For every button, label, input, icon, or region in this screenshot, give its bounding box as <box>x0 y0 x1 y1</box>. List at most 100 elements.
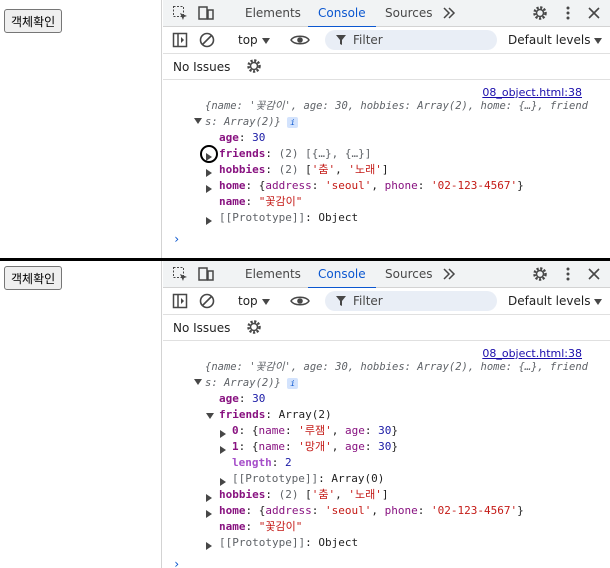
prop-key: hobbies <box>219 488 266 501</box>
prop-home[interactable]: home: {address: 'seoul', phone: '02-123-… <box>219 178 524 194</box>
friend-name: '루잼' <box>298 424 332 437</box>
prop-key: length <box>232 456 272 469</box>
console-prompt[interactable]: › <box>173 232 180 246</box>
prop-prototype[interactable]: [[Prototype]]: Object <box>219 535 358 551</box>
prop-name: name: "꽃감이" <box>219 520 303 533</box>
more-tabs-icon[interactable] <box>440 4 458 22</box>
prop-value: "꽃감이" <box>258 520 303 533</box>
live-expression-eye-icon[interactable] <box>289 292 311 310</box>
friend-item-1[interactable]: 1: {name: '망개', age: 30} <box>232 439 398 455</box>
inspect-element-icon[interactable] <box>171 265 189 283</box>
prop-value: Object <box>318 211 359 224</box>
issues-settings-gear-icon[interactable] <box>245 318 263 336</box>
prop-friends[interactable]: friends: (2) [{…}, {…}] <box>219 146 371 162</box>
check-object-button[interactable]: 객체확인 <box>4 9 63 33</box>
more-options-icon[interactable] <box>559 265 577 283</box>
array-index: 0 <box>232 424 239 437</box>
context-selector[interactable]: top <box>238 33 270 47</box>
expand-friend-1-toggle[interactable] <box>220 443 226 456</box>
filter-icon <box>336 35 346 45</box>
sidebar-toggle-icon[interactable] <box>171 292 189 310</box>
expand-home-toggle[interactable] <box>206 182 212 195</box>
hobby-value: '춤' <box>311 488 336 501</box>
info-icon[interactable]: i <box>287 377 299 389</box>
filter-input[interactable]: Filter <box>325 30 497 50</box>
friend-age: 30 <box>378 440 392 453</box>
settings-gear-icon[interactable] <box>531 265 549 283</box>
log-levels-dropdown[interactable]: Default levels <box>508 294 603 308</box>
expand-hobbies-toggle[interactable] <box>206 491 212 504</box>
devtools: Elements Console Sources top Filter Defa… <box>163 261 610 568</box>
caret-right-icon <box>220 478 226 486</box>
home-phone: '02-123-4567' <box>430 504 518 517</box>
close-devtools-icon[interactable] <box>585 4 603 22</box>
context-selector[interactable]: top <box>238 294 270 308</box>
console-prompt[interactable]: › <box>173 557 180 568</box>
caret-right-icon <box>206 185 212 193</box>
log-levels-dropdown[interactable]: Default levels <box>508 33 603 47</box>
close-devtools-icon[interactable] <box>585 265 603 283</box>
prop-hobbies[interactable]: hobbies: (2) ['춤', '노래'] <box>219 162 388 178</box>
prop-key: friends <box>219 408 266 421</box>
array-prototype[interactable]: [[Prototype]]: Array(0) <box>232 471 384 487</box>
prop-hobbies[interactable]: hobbies: (2) ['춤', '노래'] <box>219 487 388 503</box>
tab-console[interactable]: Console <box>308 0 376 28</box>
expand-home-toggle[interactable] <box>206 507 212 520</box>
collapse-friends-toggle[interactable] <box>206 409 214 422</box>
expand-object-toggle[interactable] <box>194 114 202 127</box>
caret-down-icon <box>194 379 202 385</box>
clear-console-icon[interactable] <box>198 31 216 49</box>
prop-key: [[Prototype]] <box>219 211 306 224</box>
caret-right-icon <box>206 169 212 177</box>
expand-prototype-toggle[interactable] <box>206 214 212 227</box>
caret-right-icon <box>220 446 226 454</box>
object-summary: {name: '꽃감이', age: 30, hobbies: Array(2)… <box>205 359 588 375</box>
more-options-icon[interactable] <box>559 4 577 22</box>
page-area: 객체확인 <box>0 261 162 568</box>
home-phone: '02-123-4567' <box>430 179 518 192</box>
clear-console-icon[interactable] <box>198 292 216 310</box>
prop-friends[interactable]: friends: Array(2) <box>219 407 332 423</box>
tab-console[interactable]: Console <box>308 261 376 289</box>
inspect-element-icon[interactable] <box>171 4 189 22</box>
chevron-down-icon <box>594 298 603 305</box>
more-tabs-icon[interactable] <box>440 265 458 283</box>
sidebar-toggle-icon[interactable] <box>171 31 189 49</box>
expand-friend-0-toggle[interactable] <box>220 427 226 440</box>
console-toolbar: top Filter Default levels <box>163 288 610 315</box>
expand-object-toggle[interactable] <box>194 375 202 388</box>
prop-key: home <box>219 179 246 192</box>
device-toolbar-icon[interactable] <box>197 4 215 22</box>
prop-key: name <box>219 195 246 208</box>
device-toolbar-icon[interactable] <box>197 265 215 283</box>
screenshot-panel-collapsed: 객체확인 Elements Console Sources top Filter… <box>0 0 610 258</box>
filter-input[interactable]: Filter <box>325 291 497 311</box>
expand-prototype-toggle[interactable] <box>206 539 212 552</box>
tab-elements[interactable]: Elements <box>243 261 303 288</box>
expand-friends-toggle[interactable] <box>206 150 212 163</box>
tab-sources[interactable]: Sources <box>383 0 434 27</box>
prop-age: age: 30 <box>219 392 266 405</box>
info-icon[interactable]: i <box>287 116 299 128</box>
check-object-button[interactable]: 객체확인 <box>4 266 63 290</box>
chevron-down-icon <box>594 37 603 44</box>
log-levels-label: Default levels <box>508 33 591 47</box>
issues-text[interactable]: No Issues <box>173 60 230 74</box>
filter-placeholder: Filter <box>353 33 383 47</box>
prop-value: (2) [{…}, {…}] <box>278 147 372 160</box>
settings-gear-icon[interactable] <box>531 4 549 22</box>
page-area: 객체확인 <box>0 0 162 258</box>
tab-elements[interactable]: Elements <box>243 0 303 27</box>
prop-prototype[interactable]: [[Prototype]]: Object <box>219 210 358 226</box>
prop-home[interactable]: home: {address: 'seoul', phone: '02-123-… <box>219 503 524 519</box>
filter-icon <box>336 296 346 306</box>
expand-hobbies-toggle[interactable] <box>206 166 212 179</box>
caret-down-icon <box>194 118 202 124</box>
live-expression-eye-icon[interactable] <box>289 31 311 49</box>
prop-key: hobbies <box>219 163 266 176</box>
friend-item-0[interactable]: 0: {name: '루잼', age: 30} <box>232 423 398 439</box>
tab-sources[interactable]: Sources <box>383 261 434 288</box>
caret-right-icon <box>206 494 212 502</box>
issues-text[interactable]: No Issues <box>173 321 230 335</box>
issues-settings-gear-icon[interactable] <box>245 57 263 75</box>
